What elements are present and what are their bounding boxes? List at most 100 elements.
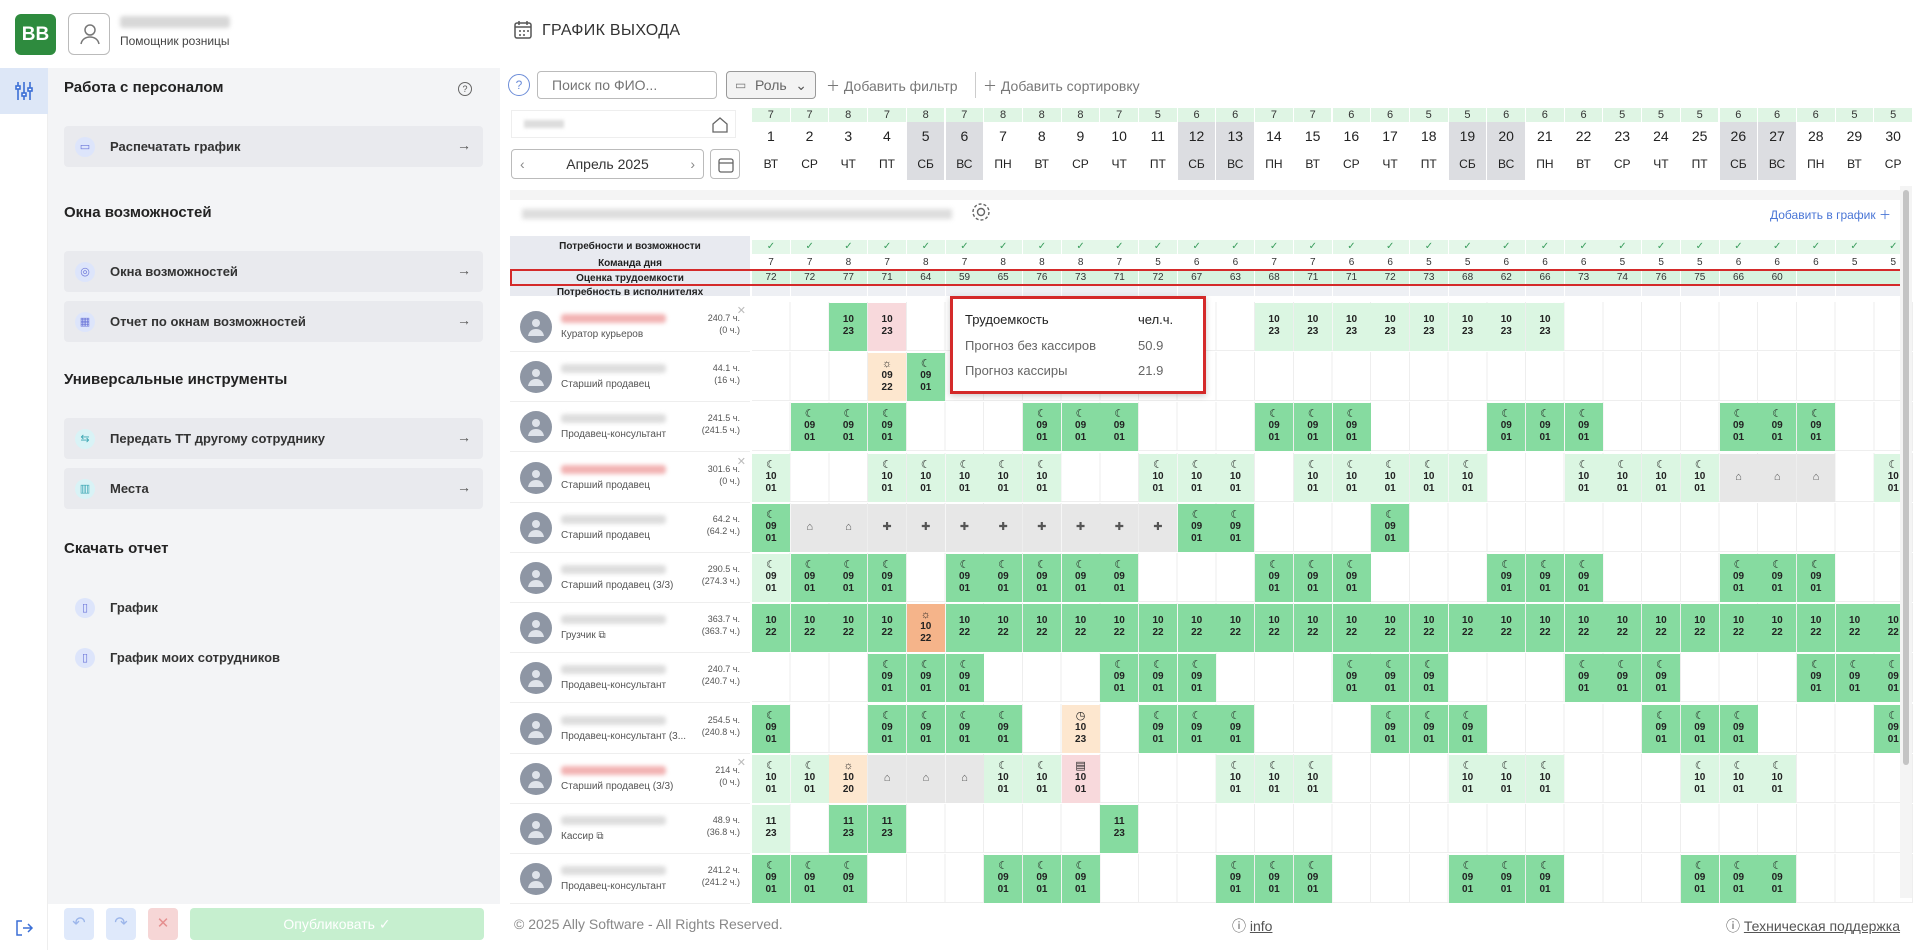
shift-cell[interactable]: ☾ 10 01 (1177, 453, 1216, 502)
shift-cell[interactable]: 10 22 (945, 604, 984, 653)
shift-cell[interactable]: ☾ 09 01 (1680, 704, 1719, 753)
employee-row[interactable]: Продавец-консультант 241.5 ч. (241.5 ч.) (510, 402, 750, 453)
shift-cell[interactable]: ☾ 10 01 (1603, 453, 1642, 502)
employee-row[interactable]: Старший продавец 64.2 ч. (64.2 ч.) (510, 502, 750, 553)
shift-cell[interactable]: ☾ 09 01 (868, 704, 907, 753)
shift-cell[interactable]: 10 22 (1216, 604, 1255, 653)
download-my-staff-button[interactable]: ▯ График моих сотрудников (64, 637, 483, 678)
discard-button[interactable]: ✕ (148, 908, 178, 940)
day-column-17[interactable]: 6 17 ЧТ (1371, 108, 1409, 180)
shift-cell[interactable]: ⌂ (945, 754, 984, 803)
shift-cell[interactable]: ☾ 10 01 (1642, 453, 1681, 502)
shift-cell[interactable]: ☾ 09 01 (790, 403, 829, 452)
shift-cell[interactable]: ☾ 09 01 (1796, 554, 1835, 602)
shift-cell[interactable]: ☾ 09 01 (1216, 503, 1255, 552)
rail-settings-button[interactable] (0, 68, 48, 114)
store-selector[interactable] (511, 110, 736, 138)
shift-cell[interactable]: ☾ 10 01 (1332, 453, 1371, 502)
shift-cell[interactable]: 10 23 (829, 303, 868, 351)
shift-cell[interactable]: ☾ 10 01 (906, 453, 945, 502)
shift-cell[interactable]: 10 22 (1255, 604, 1294, 653)
remove-icon[interactable]: ✕ (737, 756, 746, 769)
help-icon[interactable]: ? (458, 82, 472, 96)
day-column-16[interactable]: 6 16 СР (1332, 108, 1371, 180)
shift-cell[interactable]: ⌂ (906, 754, 945, 803)
shift-cell[interactable]: ⌂ (1758, 453, 1797, 502)
shift-cell[interactable]: 11 23 (1100, 805, 1139, 853)
shift-cell[interactable]: ☾ 09 01 (1719, 704, 1758, 753)
shift-cell[interactable]: 10 22 (1835, 604, 1874, 653)
shift-cell[interactable]: ☾ 09 01 (1216, 855, 1255, 904)
shift-cell[interactable]: ☾ 09 01 (906, 704, 945, 753)
shift-cell[interactable]: ⌂ (868, 754, 907, 803)
month-selector[interactable]: ‹ Апрель 2025 › (511, 149, 704, 179)
shift-cell[interactable]: ☾ 09 01 (752, 554, 790, 602)
shift-cell[interactable]: ☾ 09 01 (1255, 403, 1294, 452)
shift-cell[interactable]: 10 22 (1061, 604, 1100, 653)
shift-cell[interactable]: ☾ 09 01 (1526, 403, 1564, 452)
shift-cell[interactable]: ☾ 09 01 (1564, 554, 1603, 602)
shift-cell[interactable]: ☾ 09 01 (1409, 654, 1448, 703)
shift-cell[interactable]: 10 22 (1332, 604, 1371, 653)
shift-cell[interactable]: ✚ (906, 503, 945, 552)
shift-cell[interactable]: ☾ 09 01 (1448, 855, 1487, 904)
day-column-26[interactable]: 6 26 СБ (1719, 108, 1758, 180)
shift-cell[interactable]: ⌂ (790, 503, 829, 552)
day-column-24[interactable]: 5 24 ЧТ (1642, 108, 1680, 180)
shift-cell[interactable]: ☾ 10 01 (1371, 453, 1410, 502)
undo-button[interactable]: ↶ (64, 908, 94, 940)
employee-row[interactable]: Старший продавец (3/3) 290.5 ч. (274.3 ч.) (510, 553, 750, 603)
windows-report-button[interactable]: ▦ Отчет по окнам возможностей → (64, 301, 483, 342)
shift-cell[interactable]: 11 23 (829, 805, 868, 853)
shift-cell[interactable]: ☾ 09 01 (1255, 554, 1294, 602)
app-logo[interactable]: BB (15, 14, 56, 55)
shift-cell[interactable]: 11 23 (752, 805, 790, 853)
download-schedule-button[interactable]: ▯ График (64, 587, 483, 628)
shift-cell[interactable]: 10 23 (1371, 303, 1410, 351)
shift-cell[interactable]: ☾ 09 01 (906, 654, 945, 703)
calendar-picker-button[interactable] (710, 149, 740, 179)
day-column-19[interactable]: 5 19 СБ (1448, 108, 1487, 180)
shift-cell[interactable]: ☾ 10 01 (1216, 754, 1255, 803)
shift-cell[interactable]: ☾ 09 01 (752, 704, 790, 753)
shift-cell[interactable]: ✚ (984, 503, 1023, 552)
day-column-6[interactable]: 7 6 ВС (945, 108, 984, 180)
shift-cell[interactable]: ☾ 09 01 (790, 554, 829, 602)
shift-cell[interactable]: ✚ (1061, 503, 1100, 552)
shift-cell[interactable]: ⌂ (1796, 453, 1835, 502)
shift-cell[interactable]: 10 22 (1796, 604, 1835, 653)
shift-cell[interactable]: ◷ 10 23 (1061, 704, 1100, 753)
shift-cell[interactable]: ☾ 09 01 (868, 403, 907, 452)
add-filter-button[interactable]: ＋ Добавить фильтр (826, 76, 958, 96)
shift-cell[interactable]: 10 22 (1371, 604, 1410, 653)
shift-cell[interactable]: ☾ 09 01 (1177, 704, 1216, 753)
shift-cell[interactable]: 10 22 (752, 604, 790, 653)
shift-cell[interactable]: ☾ 09 01 (1526, 855, 1564, 904)
shift-cell[interactable]: 10 22 (829, 604, 868, 653)
shift-cell[interactable]: ☾ 09 01 (1061, 855, 1100, 904)
shift-cell[interactable]: ☾ 10 01 (984, 453, 1023, 502)
shift-cell[interactable]: ☾ 09 01 (1603, 654, 1642, 703)
shift-cell[interactable]: ☾ 09 01 (1642, 704, 1681, 753)
day-column-15[interactable]: 7 15 ВТ (1293, 108, 1332, 180)
shift-cell[interactable]: 10 22 (1642, 604, 1681, 653)
shift-cell[interactable]: ☾ 10 01 (1526, 754, 1564, 803)
employee-row[interactable]: Продавец-консультант 241.2 ч. (241.2 ч.) (510, 854, 750, 905)
shift-cell[interactable]: 10 23 (1332, 303, 1371, 351)
shift-cell[interactable]: 10 22 (1293, 604, 1332, 653)
shift-cell[interactable]: ☾ 09 01 (945, 704, 984, 753)
shift-cell[interactable]: ☾ 10 01 (1719, 754, 1758, 803)
shift-cell[interactable]: ⌂ (1719, 453, 1758, 502)
shift-cell[interactable]: ☾ 09 01 (1177, 503, 1216, 552)
shift-cell[interactable]: 10 22 (1448, 604, 1487, 653)
employee-row[interactable]: Продавец-консультант 240.7 ч. (240.7 ч.) (510, 653, 750, 704)
shift-cell[interactable]: ☾ 09 01 (1719, 855, 1758, 904)
shift-cell[interactable]: ☾ 10 01 (1293, 453, 1332, 502)
shift-cell[interactable]: ☾ 09 01 (790, 855, 829, 904)
employee-row[interactable]: Старший продавец 301.6 ч. (0 ч.) ✕ (510, 452, 750, 503)
shift-cell[interactable]: ☾ 09 01 (1100, 654, 1139, 703)
day-column-25[interactable]: 5 25 ПТ (1680, 108, 1719, 180)
day-column-23[interactable]: 5 23 СР (1603, 108, 1642, 180)
shift-cell[interactable]: ☾ 10 01 (1293, 754, 1332, 803)
remove-icon[interactable]: ✕ (737, 304, 746, 317)
